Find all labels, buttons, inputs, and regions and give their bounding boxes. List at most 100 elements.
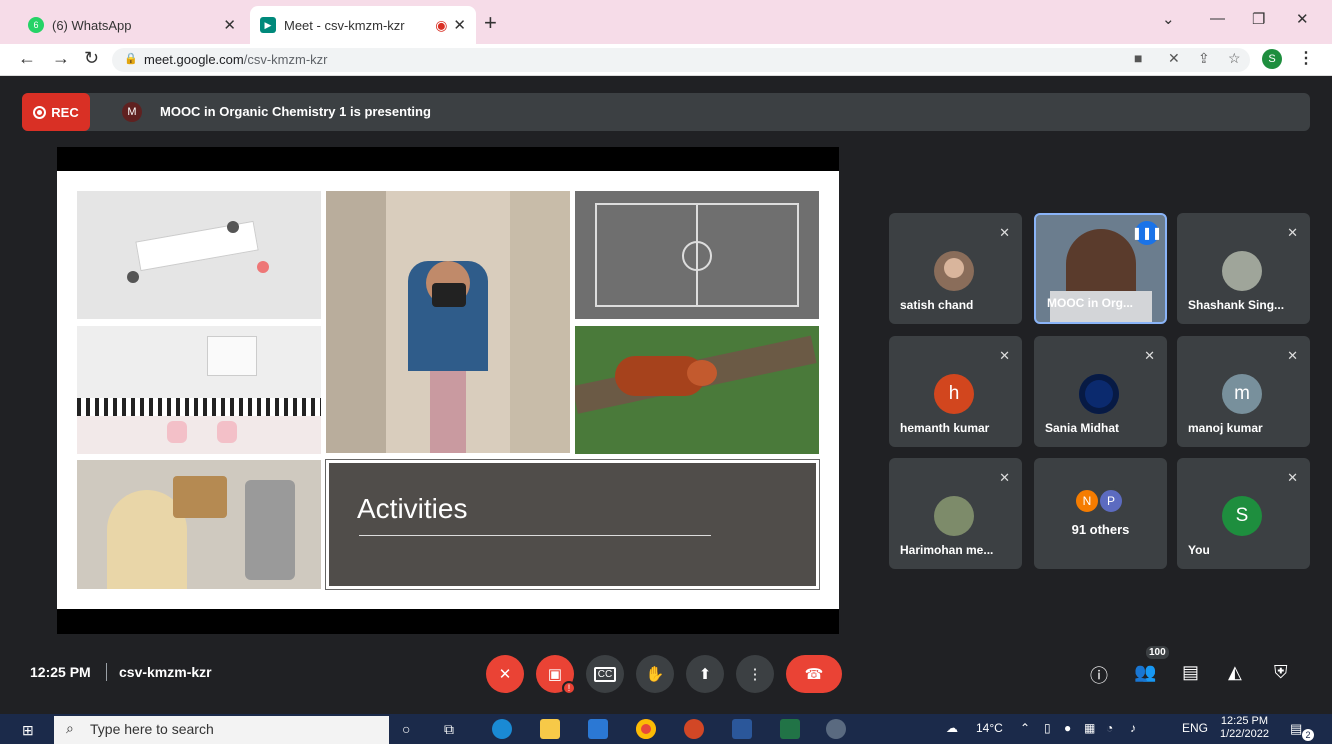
camera-toggle-button[interactable]: ▣ !: [536, 655, 576, 695]
mic-off-icon: ✕: [498, 666, 512, 683]
profile-avatar[interactable]: S: [1262, 49, 1282, 69]
meeting-time: 12:25 PM: [30, 664, 91, 680]
others-group: N P 91 others: [1034, 458, 1167, 569]
share-icon[interactable]: ⇪: [1198, 50, 1210, 67]
chrome-icon[interactable]: [636, 719, 656, 739]
back-icon[interactable]: ←: [18, 48, 36, 69]
photo-photographer: [326, 191, 570, 453]
forward-icon[interactable]: →: [52, 48, 70, 69]
more-options-button[interactable]: ⋮: [736, 655, 774, 693]
more-vert-icon: ⋮: [747, 666, 763, 683]
volume-icon[interactable]: ♪: [1130, 721, 1136, 735]
tab-label: Meet - csv-kmzm-kzr: [284, 17, 405, 33]
captions-button[interactable]: CC: [586, 655, 624, 693]
close-tab-icon[interactable]: ✕: [453, 16, 466, 34]
notification-center-icon[interactable]: ▤: [1290, 721, 1302, 737]
others-tile[interactable]: N P 91 others: [1034, 458, 1167, 569]
new-tab-button[interactable]: +: [484, 10, 497, 36]
maximize-button[interactable]: ❐: [1252, 10, 1265, 28]
mic-off-icon: ✕: [1144, 348, 1155, 363]
captions-icon: CC: [593, 666, 617, 682]
hang-up-icon: ☎: [804, 666, 824, 683]
participant-avatar: m: [1222, 374, 1262, 414]
activities-icon[interactable]: ◭: [1228, 662, 1242, 683]
url-field[interactable]: 🔒 meet.google.com/csv-kmzm-kzr: [112, 48, 1250, 72]
slide-content: Activities: [57, 171, 839, 609]
divider: [106, 663, 107, 681]
participant-tile[interactable]: ✕ Shashank Sing...: [1177, 213, 1310, 324]
mic-off-icon: ✕: [1287, 470, 1298, 485]
participant-name: satish chand: [900, 298, 974, 312]
recording-badge[interactable]: REC: [22, 93, 90, 131]
participant-tile[interactable]: ✕ Harimohan me...: [889, 458, 1022, 569]
weather-temp: 14°C: [976, 721, 1003, 735]
word-icon[interactable]: [732, 719, 752, 739]
meeting-info-icon[interactable]: ⓘ: [1090, 662, 1108, 688]
others-count: 91 others: [1071, 522, 1130, 537]
taskbar-search[interactable]: ⌕ Type here to search: [54, 716, 389, 744]
tray-chevron-icon[interactable]: ⌃: [1020, 721, 1030, 735]
mic-off-icon: ✕: [1287, 348, 1298, 363]
participant-avatar: h: [934, 374, 974, 414]
store-icon[interactable]: [588, 719, 608, 739]
participant-avatar: [1222, 251, 1262, 291]
language-indicator[interactable]: ENG: [1182, 721, 1208, 735]
rec-label: REC: [51, 104, 79, 120]
participant-name: Shashank Sing...: [1188, 298, 1285, 312]
participant-tile-active[interactable]: ❚❚❚ MOOC in Org...: [1034, 213, 1167, 324]
mic-toggle-button[interactable]: ✕: [486, 655, 524, 693]
powerpoint-icon[interactable]: [684, 719, 704, 739]
mic-blocked-icon[interactable]: ✕: [1168, 50, 1180, 67]
participant-avatar: S: [1222, 496, 1262, 536]
browser-menu-icon[interactable]: ⋮: [1298, 48, 1314, 68]
host-controls-icon[interactable]: ⛨: [1274, 662, 1288, 683]
windows-start-icon[interactable]: ⊞: [22, 722, 34, 739]
participant-name: Sania Midhat: [1045, 421, 1120, 435]
task-view-icon[interactable]: ⧉: [444, 721, 454, 738]
present-icon: ⬆: [698, 666, 712, 683]
taskbar-clock[interactable]: 12:25 PM 1/22/2022: [1220, 715, 1269, 741]
reload-icon[interactable]: ↻: [84, 48, 99, 69]
photo-red-panda: [575, 326, 819, 454]
cortana-icon[interactable]: ○: [402, 721, 410, 737]
photo-basketball-court: [575, 191, 819, 319]
notification-badge: 2: [1302, 729, 1314, 741]
warning-icon: !: [562, 681, 576, 695]
participant-avatar: P: [1098, 488, 1124, 514]
participant-tile[interactable]: ✕ h hemanth kumar: [889, 336, 1022, 447]
tab-meet[interactable]: ▶ Meet - csv-kmzm-kzr ◉ ✕: [250, 6, 476, 44]
taskbar-time: 12:25 PM: [1220, 715, 1269, 727]
camera-icon[interactable]: ■: [1134, 50, 1142, 66]
leave-call-button[interactable]: ☎: [786, 655, 842, 693]
speaking-indicator-icon: ❚❚❚: [1132, 221, 1162, 245]
participant-tile[interactable]: ✕ satish chand: [889, 213, 1022, 324]
participant-tile[interactable]: ✕ m manoj kumar: [1177, 336, 1310, 447]
self-tile[interactable]: ✕ S You: [1177, 458, 1310, 569]
photo-vr-girl: [77, 460, 321, 589]
raise-hand-button[interactable]: ✋: [636, 655, 674, 693]
minimize-button[interactable]: —: [1210, 10, 1225, 27]
participant-tile[interactable]: ✕ Sania Midhat: [1034, 336, 1167, 447]
taskbar-date: 1/22/2022: [1220, 728, 1269, 740]
tab-whatsapp[interactable]: 6 (6) WhatsApp ✕: [18, 6, 246, 44]
chrome-profile-icon[interactable]: [826, 719, 846, 739]
mic-off-icon: ✕: [999, 225, 1010, 240]
participant-avatar: [934, 251, 974, 291]
title-underline: [359, 535, 711, 536]
participant-name: You: [1188, 543, 1210, 557]
close-window-button[interactable]: ✕: [1296, 10, 1309, 28]
excel-icon[interactable]: [780, 719, 800, 739]
present-button[interactable]: ⬆: [686, 655, 724, 693]
photo-piano: [77, 326, 321, 454]
windows-taskbar: ⊞ ⌕ Type here to search ○ ⧉ ☁ 14°C ⌃ ▯ ●…: [0, 714, 1332, 744]
bookmark-star-icon[interactable]: ☆: [1228, 50, 1241, 67]
file-explorer-icon[interactable]: [540, 719, 560, 739]
chat-icon[interactable]: ▤: [1182, 662, 1199, 683]
close-tab-icon[interactable]: ✕: [223, 16, 236, 34]
edge-icon[interactable]: [492, 719, 512, 739]
tab-search-icon[interactable]: ⌄: [1162, 10, 1175, 28]
recording-indicator-icon: ◉: [435, 16, 448, 33]
search-placeholder: Type here to search: [90, 721, 214, 737]
network-icon: ▦: [1084, 721, 1096, 735]
people-icon[interactable]: 👥: [1134, 662, 1156, 683]
